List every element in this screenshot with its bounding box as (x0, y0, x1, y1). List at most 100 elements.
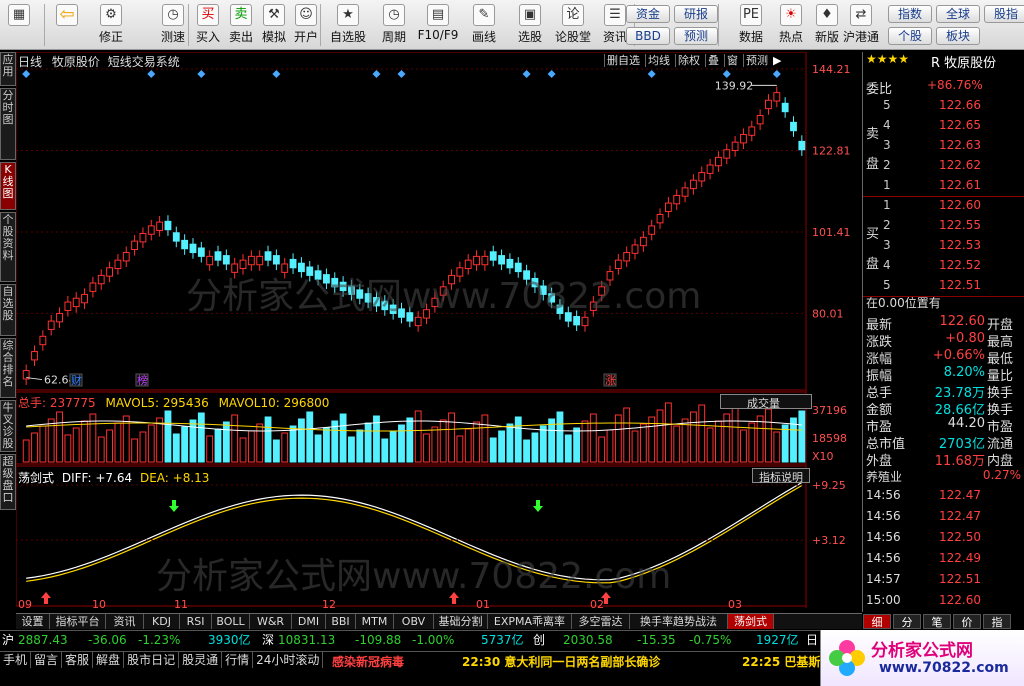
indicator-tab-6[interactable]: W&R (250, 614, 292, 629)
indicator-tab-15[interactable]: 荡剑式 (728, 614, 774, 629)
quote-tab-0[interactable]: 细 (863, 614, 891, 629)
left-tab-5[interactable]: 综合排名 (0, 338, 16, 398)
news-ticker-1[interactable]: 感染新冠病毒 (332, 653, 404, 670)
event-marker[interactable]: 榜 (137, 373, 148, 387)
sh-label[interactable]: 沪 (2, 631, 14, 650)
industry-label[interactable]: 养殖业 (866, 468, 902, 485)
left-tab-3[interactable]: 个股资料 (0, 212, 16, 282)
left-tab-0[interactable]: 应用 (0, 52, 16, 86)
quick-button-7[interactable]: 个股 (888, 27, 932, 45)
toolbar-button-9[interactable]: ◷ 周期 (371, 3, 417, 47)
quote-tab-1[interactable]: 分 (893, 614, 921, 629)
chart-area[interactable]: 日线 牧原股价 短线交易系统 删自选 均线 除权叠窗预测 ▶ 144.21 122.81… (16, 52, 862, 612)
order-level: 1 (883, 178, 891, 192)
quick-button-8[interactable]: 板块 (936, 27, 980, 45)
stat-row: 涨幅 +0.66% 最低 (863, 348, 1024, 367)
quick-button-2[interactable]: BBD (626, 27, 670, 45)
status-item-6[interactable]: 行情 (222, 652, 254, 668)
news-ticker-3[interactable]: 22:25 巴基斯 (742, 653, 820, 670)
indicator-tab-2[interactable]: 资讯 (106, 614, 144, 629)
stat-value: +0.80 (945, 331, 985, 346)
order-row[interactable]: 5 122.51 (863, 278, 1024, 296)
left-tab-1[interactable]: 分时图 (0, 88, 16, 160)
status-item-5[interactable]: 股灵通 (179, 652, 223, 668)
status-item-1[interactable]: 留言 (31, 652, 63, 668)
toolbar-button-10[interactable]: ▤ F10/F9 (415, 3, 461, 47)
status-item-0[interactable]: 手机 (0, 652, 32, 668)
indicator-tab-10[interactable]: OBV (394, 614, 434, 629)
order-row[interactable]: 1 122.60 (863, 198, 1024, 216)
status-item-4[interactable]: 股市日记 (124, 652, 180, 668)
indicator-tab-13[interactable]: 多空雷达 (572, 614, 630, 629)
left-tab-column: 应用分时图 K线图个股资料自选股综合排名牛叉诊股超级盘口 (0, 52, 16, 612)
quote-tab-2[interactable]: 笔 (923, 614, 951, 629)
quote-tab-4[interactable]: 指 (983, 614, 1011, 629)
status-items: 手机 留言 客服 解盘 股市日记 股灵通 行情 24小时滚动 (0, 652, 324, 668)
order-row[interactable]: 4 122.52 (863, 258, 1024, 276)
order-row[interactable]: 3 122.63 (863, 138, 1024, 156)
sz-label[interactable]: 深 (262, 631, 274, 650)
volume-dropdown[interactable]: 成交量 (720, 394, 812, 410)
sh-pct: -1.23% (138, 633, 181, 647)
indicator-tab-0[interactable]: 设置 (16, 614, 50, 629)
candle (506, 258, 514, 269)
quick-button-1[interactable]: 研报 (674, 5, 718, 23)
left-tab-6[interactable]: 牛叉诊股 (0, 400, 16, 452)
indicator-tab-8[interactable]: BBI (326, 614, 356, 629)
toolbar-button-7[interactable]: ☺ 开户 (291, 3, 321, 47)
status-item-3[interactable]: 解盘 (93, 652, 125, 668)
left-tab-7[interactable]: 超级盘口 (0, 454, 16, 510)
event-marker[interactable]: 涨 (605, 374, 616, 387)
quick-button-3[interactable]: 预测 (674, 27, 718, 45)
indicator-tab-1[interactable]: 指标平台 (50, 614, 106, 629)
indicator-tab-12[interactable]: EXPMA乖离率 (488, 614, 572, 629)
order-row[interactable]: 5 122.66 (863, 98, 1024, 116)
order-row[interactable]: 3 122.53 (863, 238, 1024, 256)
toolbar-button-11[interactable]: ✎ 画线 (461, 3, 507, 47)
quick-button-6[interactable]: 股指 (984, 5, 1024, 23)
toolbar-button-4[interactable]: 买买入 (193, 3, 223, 47)
indicator-tab-9[interactable]: MTM (356, 614, 394, 629)
indicator-tab-4[interactable]: RSI (180, 614, 212, 629)
indicator-tab-11[interactable]: 基础分割 (434, 614, 488, 629)
order-level: 5 (883, 278, 891, 292)
news-ticker-2[interactable]: 22:30 意大利同一日两名副部长确诊 (462, 653, 660, 670)
indicator-tab-5[interactable]: BOLL (212, 614, 250, 629)
quote-tab-3[interactable]: 价 (953, 614, 981, 629)
toolbar-button-18[interactable]: ⇄ 沪港通 (838, 3, 884, 47)
tick-price: 122.47 (939, 488, 981, 502)
status-item-7[interactable]: 24小时滚动 (253, 652, 324, 668)
toolbar-button-3[interactable]: ◷ 测速 (158, 3, 188, 47)
order-row[interactable]: 2 122.62 (863, 158, 1024, 176)
order-row[interactable]: 1 122.61 (863, 178, 1024, 196)
toolbar-button-13[interactable]: 论论股堂 (550, 3, 596, 47)
toolbar-button-6[interactable]: ⚒ 模拟 (259, 3, 289, 47)
quick-button-4[interactable]: 指数 (888, 5, 932, 23)
quick-button-5[interactable]: 全球 (936, 5, 980, 23)
toolbar-button-5[interactable]: 卖卖出 (226, 3, 256, 47)
volume-bar (281, 432, 289, 463)
volume-bar (314, 434, 322, 463)
volume-bar (197, 412, 205, 463)
sell-signal-arrow-icon (169, 500, 179, 512)
quick-button-0[interactable]: 资金 (626, 5, 670, 23)
toolbar-button-1[interactable]: ⇦ (52, 3, 82, 47)
toolbar-button-8[interactable]: ★ 自选股 (325, 3, 371, 47)
cy-label[interactable]: 创 (533, 631, 545, 650)
indicator-help-button[interactable]: 指标说明 (752, 468, 810, 484)
indicator-tab-14[interactable]: 换手率趋势战法 (630, 614, 728, 629)
event-marker[interactable]: 财 (71, 373, 82, 387)
left-tab-4[interactable]: 自选股 (0, 284, 16, 336)
left-tab-2[interactable]: K线图 (0, 162, 16, 210)
toolbar-button-12[interactable]: ▣ 选股 (507, 3, 553, 47)
order-row[interactable]: 2 122.55 (863, 218, 1024, 236)
order-row[interactable]: 4 122.65 (863, 118, 1024, 136)
indicator-tab-7[interactable]: DMI (292, 614, 326, 629)
toolbar-button-2[interactable]: ⚙ 修正 (96, 3, 126, 47)
candle (89, 282, 97, 292)
indicator-tab-3[interactable]: KDJ (144, 614, 180, 629)
candle (97, 274, 105, 285)
toolbar-button-0[interactable]: ▦ (4, 3, 34, 47)
price-tick-label: 122.81 (812, 144, 851, 157)
status-item-2[interactable]: 客服 (62, 652, 94, 668)
